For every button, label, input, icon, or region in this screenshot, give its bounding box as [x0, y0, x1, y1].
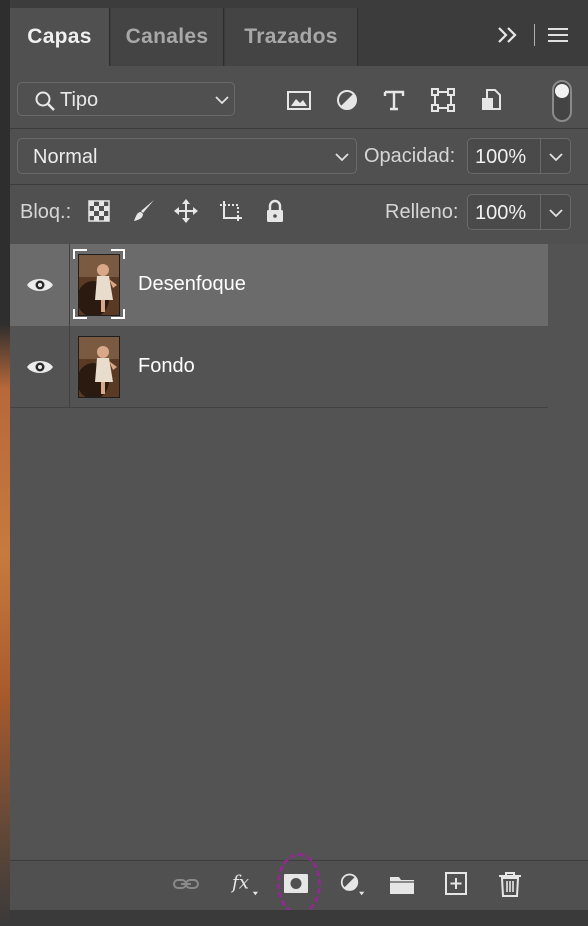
delete-layer-icon[interactable]	[496, 871, 524, 897]
link-layers-icon[interactable]	[172, 871, 200, 897]
new-layer-icon[interactable]	[442, 871, 470, 897]
visibility-cell	[10, 326, 70, 408]
opacity-label: Opacidad:	[364, 145, 456, 167]
visibility-cell	[10, 244, 70, 326]
collapse-panel-icon[interactable]	[496, 24, 520, 46]
search-icon	[35, 91, 55, 111]
filter-kind-value: Tipo	[60, 89, 99, 111]
eye-icon[interactable]	[26, 358, 54, 376]
blend-mode-select[interactable]: Normal	[17, 138, 357, 174]
panel-bottom-edge	[10, 910, 588, 926]
layer-row-desenfoque[interactable]: Desenfoque	[10, 244, 548, 326]
shape-filter-icon[interactable]	[430, 87, 456, 113]
adjustment-filter-icon[interactable]	[334, 87, 360, 113]
svg-text:fx: fx	[230, 872, 249, 893]
fill-value: 100%	[475, 202, 527, 224]
tab-capas[interactable]: Capas	[10, 8, 110, 66]
lock-image-pixels-icon[interactable]	[131, 198, 157, 224]
tab-canales[interactable]: Canales	[111, 8, 224, 66]
blend-mode-value: Normal	[33, 146, 98, 168]
layers-panel: Capas Canales Trazados Tipo Normal Opaci…	[10, 0, 588, 926]
chevron-down-icon	[215, 96, 229, 105]
lock-artboard-icon[interactable]	[218, 198, 244, 224]
eye-icon[interactable]	[26, 276, 54, 294]
fill-dropdown[interactable]	[541, 194, 571, 230]
divider	[10, 128, 588, 129]
panel-tab-bar: Capas Canales Trazados	[10, 0, 588, 66]
fill-field[interactable]: 100%	[467, 194, 541, 230]
chevron-down-icon	[335, 153, 349, 162]
panel-menu-icon[interactable]	[548, 27, 568, 43]
tab-trazados[interactable]: Trazados	[225, 8, 358, 66]
filter-kind-select[interactable]: Tipo	[17, 82, 235, 116]
opacity-field[interactable]: 100%	[467, 138, 541, 174]
layer-name[interactable]: Desenfoque	[138, 273, 246, 296]
chevron-down-icon	[549, 209, 563, 218]
new-group-icon[interactable]	[388, 871, 416, 897]
opacity-dropdown[interactable]	[541, 138, 571, 174]
layer-style-fx-icon[interactable]: fx	[228, 871, 262, 897]
highlight-circle-annotation	[277, 853, 321, 915]
lock-transparent-pixels-icon[interactable]	[86, 198, 112, 224]
filter-toggle-switch[interactable]	[552, 80, 572, 122]
layers-list: Desenfoque Fondo	[10, 244, 588, 859]
new-adjustment-layer-icon[interactable]	[336, 871, 370, 897]
tab-divider	[534, 24, 535, 46]
image-filter-icon[interactable]	[286, 87, 312, 113]
divider	[10, 184, 588, 185]
layer-thumbnail	[78, 336, 120, 398]
lock-all-icon[interactable]	[262, 198, 288, 224]
type-filter-icon[interactable]	[381, 87, 407, 113]
fill-label: Relleno:	[385, 201, 459, 223]
layer-thumbnail	[78, 254, 120, 316]
layer-row-fondo[interactable]: Fondo	[10, 326, 548, 408]
chevron-down-icon	[549, 153, 563, 162]
lock-position-icon[interactable]	[173, 198, 199, 224]
smart-object-filter-icon[interactable]	[479, 87, 505, 113]
lock-label: Bloq.:	[20, 201, 72, 223]
filter-toggle-knob	[555, 84, 569, 98]
opacity-value: 100%	[475, 146, 527, 168]
layer-name[interactable]: Fondo	[138, 355, 195, 378]
